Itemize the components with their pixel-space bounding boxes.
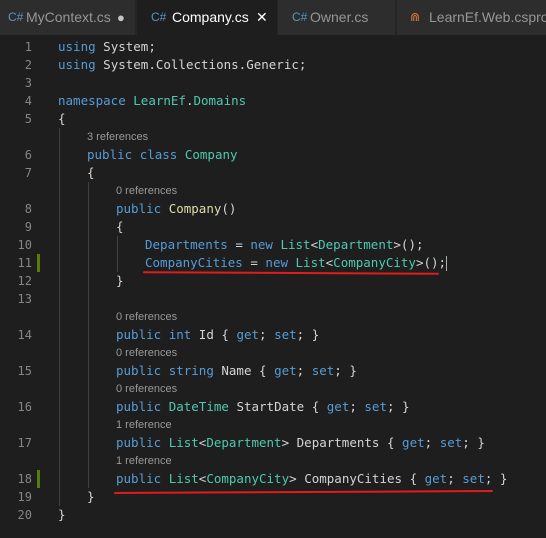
red-underline-annotation <box>113 490 494 494</box>
code-lens-references[interactable]: 0 references <box>116 308 177 326</box>
line-number: 17 <box>17 436 32 450</box>
code-line: } <box>116 273 124 288</box>
code-lens-references[interactable]: 3 references <box>87 128 148 146</box>
code-line: using System; <box>58 39 156 54</box>
editor-tab-bar: C# MyContext.cs ● C# Company.cs ✕ C# Own… <box>0 0 546 35</box>
code-line: public List<CompanyCity> CompanyCities {… <box>116 471 508 486</box>
code-line: public List<Department> Departments { ge… <box>116 435 485 450</box>
unsaved-dot-icon[interactable]: ● <box>117 0 125 35</box>
line-number: 10 <box>17 238 32 252</box>
indent-guide <box>88 182 89 488</box>
code-line: public class Company <box>87 147 238 162</box>
line-number: 2 <box>24 58 32 72</box>
tab-owner[interactable]: C# Owner.cs <box>278 0 396 35</box>
tab-label: MyContext.cs <box>26 9 111 25</box>
code-line: { <box>116 219 124 234</box>
code-line: { <box>58 111 66 126</box>
close-icon[interactable]: ✕ <box>256 0 268 35</box>
indent-guide <box>59 128 60 506</box>
line-number: 3 <box>24 76 32 90</box>
csharp-file-icon: C# <box>292 10 308 24</box>
code-line: { <box>87 165 95 180</box>
line-number: 14 <box>17 328 32 342</box>
code-line: Departments = new List<Department>(); <box>145 237 424 252</box>
line-number: 16 <box>17 400 32 414</box>
code-line: public string Name { get; set; } <box>116 363 357 378</box>
rss-icon: ⋒ <box>410 10 421 24</box>
csharp-file-icon: C# <box>8 10 24 24</box>
code-line: } <box>87 489 95 504</box>
modified-line-marker <box>37 254 40 272</box>
code-line: } <box>58 507 66 522</box>
line-number: 5 <box>24 112 32 126</box>
code-lens-references[interactable]: 1 reference <box>116 452 172 470</box>
code-line: public DateTime StartDate { get; set; } <box>116 399 410 414</box>
modified-line-marker <box>37 470 40 488</box>
line-number: 18 <box>17 472 32 486</box>
line-number: 1 <box>24 40 32 54</box>
line-number: 8 <box>24 202 32 216</box>
line-number: 7 <box>24 166 32 180</box>
red-underline-annotation <box>142 271 440 275</box>
code-line: using System.Collections.Generic; <box>58 57 307 72</box>
line-number: 19 <box>17 490 32 504</box>
vscode-window: C# MyContext.cs ● C# Company.cs ✕ C# Own… <box>0 0 546 538</box>
line-number: 6 <box>24 148 32 162</box>
code-line: namespace LearnEf.Domains <box>58 93 247 108</box>
tab-label: LearnEf.Web.csproj <box>429 9 546 25</box>
line-number: 4 <box>24 94 32 108</box>
code-editor[interactable]: 1 2 3 4 5 6 7 8 9 10 11 12 13 14 15 16 1… <box>0 35 546 538</box>
line-number: 13 <box>17 292 32 306</box>
code-lens-references[interactable]: 0 references <box>116 182 177 200</box>
code-line: public int Id { get; set; } <box>116 327 320 342</box>
code-lens-references[interactable]: 1 reference <box>116 416 172 434</box>
code-line: CompanyCities = new List<CompanyCity>(); <box>145 255 448 271</box>
line-number: 15 <box>17 364 32 378</box>
code-line: public Company() <box>116 201 237 216</box>
tab-label: Company.cs <box>172 9 249 25</box>
line-number: 12 <box>17 274 32 288</box>
line-number: 11 <box>17 256 32 270</box>
tab-label: Owner.cs <box>310 9 369 25</box>
code-lens-references[interactable]: 0 references <box>116 380 177 398</box>
csharp-file-icon: C# <box>151 10 167 24</box>
indent-guide <box>117 236 118 272</box>
line-number: 9 <box>24 220 32 234</box>
line-number: 20 <box>17 508 32 522</box>
tab-mycontext[interactable]: C# MyContext.cs ● <box>0 0 136 35</box>
tab-company[interactable]: C# Company.cs ✕ <box>137 0 277 35</box>
code-lens-references[interactable]: 0 references <box>116 344 177 362</box>
text-cursor <box>446 256 448 271</box>
tab-csproj[interactable]: ⋒ LearnEf.Web.csproj <box>397 0 546 35</box>
